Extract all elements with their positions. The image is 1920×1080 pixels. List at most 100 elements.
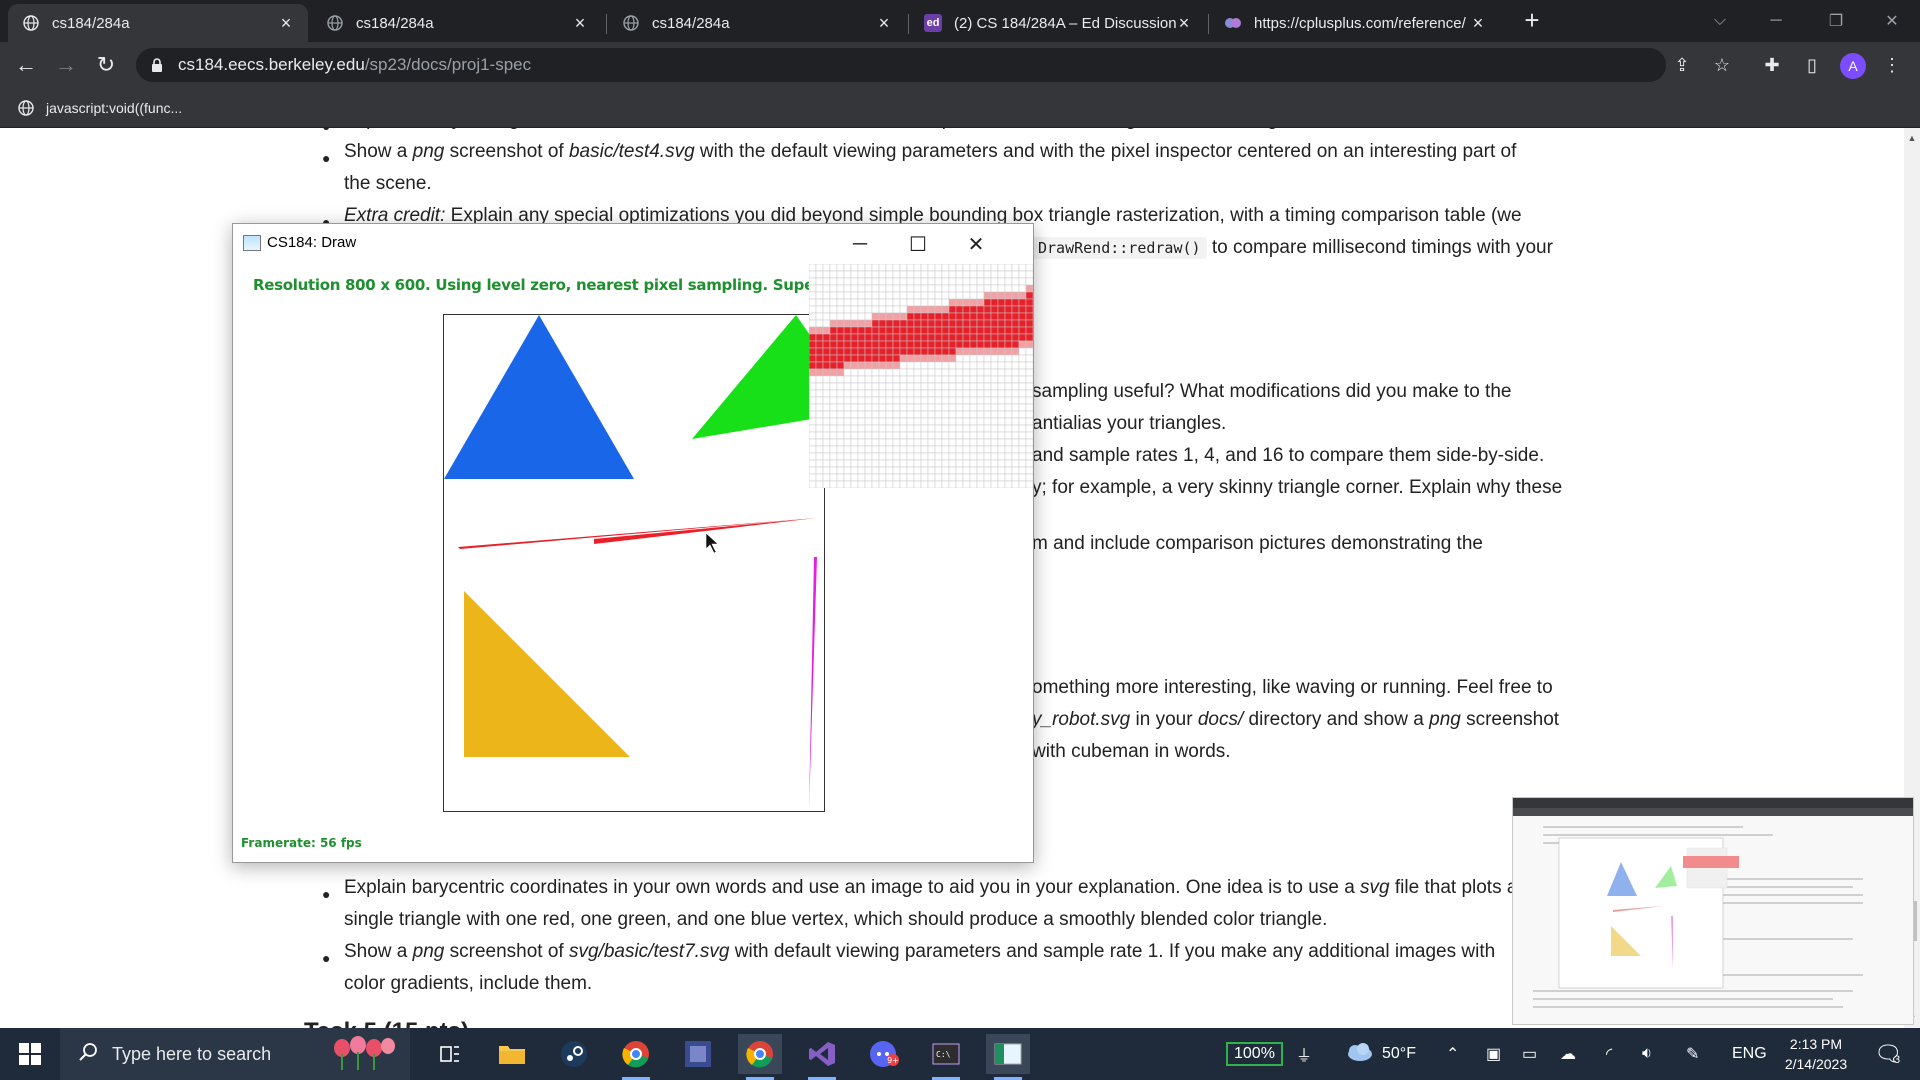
globe-icon xyxy=(622,14,640,32)
show-hidden-icons-chevron-icon[interactable]: ⌃ xyxy=(1446,1028,1459,1080)
tab-1[interactable]: cs184/284a × xyxy=(8,4,308,42)
tab-search-chevron-icon[interactable]: ⌵ xyxy=(1690,0,1750,42)
svg-text:C:\: C:\ xyxy=(936,1050,951,1059)
spec-text: Explain barycentric coordinates in your … xyxy=(344,877,1518,898)
extensions-icon[interactable]: ✚ xyxy=(1760,53,1784,77)
discord-icon[interactable]: 9+ xyxy=(862,1034,906,1074)
new-tab-button[interactable]: + xyxy=(1518,6,1546,34)
spec-text: DrawRend::redraw() to compare millisecon… xyxy=(1032,232,1553,264)
globe-icon xyxy=(326,14,344,32)
taskbar-search-box[interactable]: Type here to search xyxy=(60,1028,410,1080)
battery-percent[interactable]: 100% xyxy=(1226,1042,1283,1066)
clock[interactable]: 2:13 PM 2/14/2023 xyxy=(1776,1034,1856,1074)
chrome-icon[interactable] xyxy=(738,1034,782,1080)
weather-widget[interactable]: 50°F xyxy=(1344,1028,1416,1080)
back-button[interactable]: ← xyxy=(10,49,42,81)
tab-title: (2) CS 184/284A – Ed Discussion xyxy=(954,14,1176,32)
side-panel-icon[interactable]: ▯ xyxy=(1800,53,1824,77)
input-language[interactable]: ENG xyxy=(1732,1028,1767,1080)
spec-text: and sample rates 1, 4, and 16 to compare… xyxy=(1032,445,1545,466)
globe-icon xyxy=(22,14,40,32)
window-preview-thumbnail[interactable] xyxy=(1512,797,1914,1025)
tulips-icon xyxy=(328,1036,398,1077)
close-icon[interactable]: × xyxy=(1176,13,1192,34)
battery-icon[interactable]: ▭ xyxy=(1522,1028,1537,1080)
browser-tab-bar: cs184/284a × cs184/284a × cs184/284a × e… xyxy=(0,0,1920,42)
address-bar[interactable]: cs184.eecs.berkeley.edu/sp23/docs/proj1-… xyxy=(136,48,1666,82)
draw-window-title: CS184: Draw xyxy=(267,234,357,251)
notification-center-icon[interactable]: 🗨︎ 3 xyxy=(1874,1028,1902,1080)
red-triangle xyxy=(458,518,816,549)
temperature: 50°F xyxy=(1382,1045,1416,1062)
draw-app-taskbar-icon[interactable] xyxy=(986,1034,1030,1080)
spec-text: single triangle with one red, one green,… xyxy=(344,909,1328,930)
pen-icon[interactable]: ✎ xyxy=(1686,1028,1699,1080)
draw-app-window[interactable]: CS184: Draw ─ ☐ ✕ Resolution 800 x 600. … xyxy=(232,223,1034,863)
close-window-button[interactable]: ✕ xyxy=(1862,0,1920,42)
app-icon[interactable] xyxy=(676,1034,720,1074)
restore-button[interactable]: ❐ xyxy=(1806,0,1866,42)
draw-maximize-button[interactable]: ☐ xyxy=(889,224,947,264)
bookmark-item[interactable]: javascript:void((func... xyxy=(18,96,182,120)
ed-icon: ed xyxy=(924,14,942,32)
steam-icon[interactable] xyxy=(552,1034,596,1074)
framerate-text: Framerate: 56 fps xyxy=(241,836,362,850)
svg-canvas[interactable] xyxy=(443,314,825,812)
red-triangle-thick xyxy=(594,518,816,544)
url-path: /sp23/docs/proj1-spec xyxy=(364,55,532,74)
share-icon[interactable]: ⇪ xyxy=(1670,53,1694,77)
svg-text:9+: 9+ xyxy=(887,1056,899,1065)
forward-button[interactable]: → xyxy=(50,49,82,81)
bookmark-star-icon[interactable]: ☆ xyxy=(1710,53,1734,77)
spec-text: Show a png screenshot of basic/test4.svg… xyxy=(344,141,1517,162)
tab-3[interactable]: cs184/284a × xyxy=(608,4,906,42)
spec-text: antialias your triangles. xyxy=(1032,413,1227,434)
close-icon[interactable]: × xyxy=(278,13,294,34)
reload-button[interactable]: ↻ xyxy=(90,49,122,81)
windows-taskbar: Type here to search 9+ C:\ 100% ⏚ 50°F ⌃… xyxy=(0,1028,1920,1080)
spec-text: Explain how your algorithm is no worse t… xyxy=(344,128,1298,136)
cursor-icon xyxy=(705,532,719,554)
spec-text: sampling useful? What modifications did … xyxy=(1032,381,1512,402)
draw-minimize-button[interactable]: ─ xyxy=(831,224,889,264)
tab-title: cs184/284a xyxy=(52,14,130,32)
windows-start-icon[interactable] xyxy=(0,1028,60,1080)
terminal-icon[interactable]: C:\ xyxy=(924,1034,968,1080)
volume-icon[interactable]: 🔉︎ xyxy=(1642,1028,1652,1080)
close-icon[interactable]: × xyxy=(572,13,588,34)
spec-text: the scene. xyxy=(344,173,432,194)
spec-text: m and include comparison pictures demons… xyxy=(1032,533,1483,554)
meet-now-icon[interactable]: ▣ xyxy=(1486,1028,1501,1080)
file-explorer-icon[interactable] xyxy=(490,1034,534,1074)
spec-text: omething more interesting, like waving o… xyxy=(1032,677,1553,698)
tab-4[interactable]: ed (2) CS 184/284A – Ed Discussion × xyxy=(910,4,1206,42)
task-view-icon[interactable] xyxy=(428,1034,472,1074)
menu-kebab-icon[interactable]: ⋮ xyxy=(1880,53,1904,77)
spec-text: y_robot.svg in your docs/ directory and … xyxy=(1032,709,1560,730)
cloud-icon xyxy=(1344,1042,1374,1067)
bookmarks-bar: javascript:void((func... xyxy=(0,88,1920,128)
draw-titlebar[interactable]: CS184: Draw ─ ☐ ✕ xyxy=(233,224,1033,264)
tab-title: cs184/284a xyxy=(652,14,730,32)
wifi-icon[interactable]: ◜ xyxy=(1606,1028,1612,1080)
tab-2[interactable]: cs184/284a × xyxy=(312,4,602,42)
visual-studio-icon[interactable] xyxy=(800,1034,844,1080)
close-icon[interactable]: × xyxy=(1470,13,1486,34)
avatar[interactable]: A xyxy=(1840,53,1866,79)
pixel-inspector[interactable] xyxy=(808,263,1034,489)
scroll-up-arrow-icon[interactable]: ▲ xyxy=(1904,130,1920,146)
green-triangle xyxy=(692,315,824,439)
tab-5[interactable]: https://cplusplus.com/reference/ × xyxy=(1210,4,1500,42)
spec-text: color gradients, include them. xyxy=(344,973,593,994)
tab-title: cs184/284a xyxy=(356,14,434,32)
search-icon xyxy=(78,1042,98,1067)
spec-text: Show a png screenshot of svg/basic/test7… xyxy=(344,941,1496,962)
chrome-profile-icon[interactable] xyxy=(614,1034,658,1080)
clock-time: 2:13 PM xyxy=(1789,1036,1843,1052)
minimize-button[interactable]: ─ xyxy=(1746,0,1806,42)
onedrive-icon[interactable]: ☁ xyxy=(1560,1028,1576,1080)
spec-text: with cubeman in words. xyxy=(1032,741,1231,762)
close-icon[interactable]: × xyxy=(876,13,892,34)
notification-count: 3 xyxy=(1893,1054,1901,1066)
draw-close-button[interactable]: ✕ xyxy=(947,224,1005,264)
